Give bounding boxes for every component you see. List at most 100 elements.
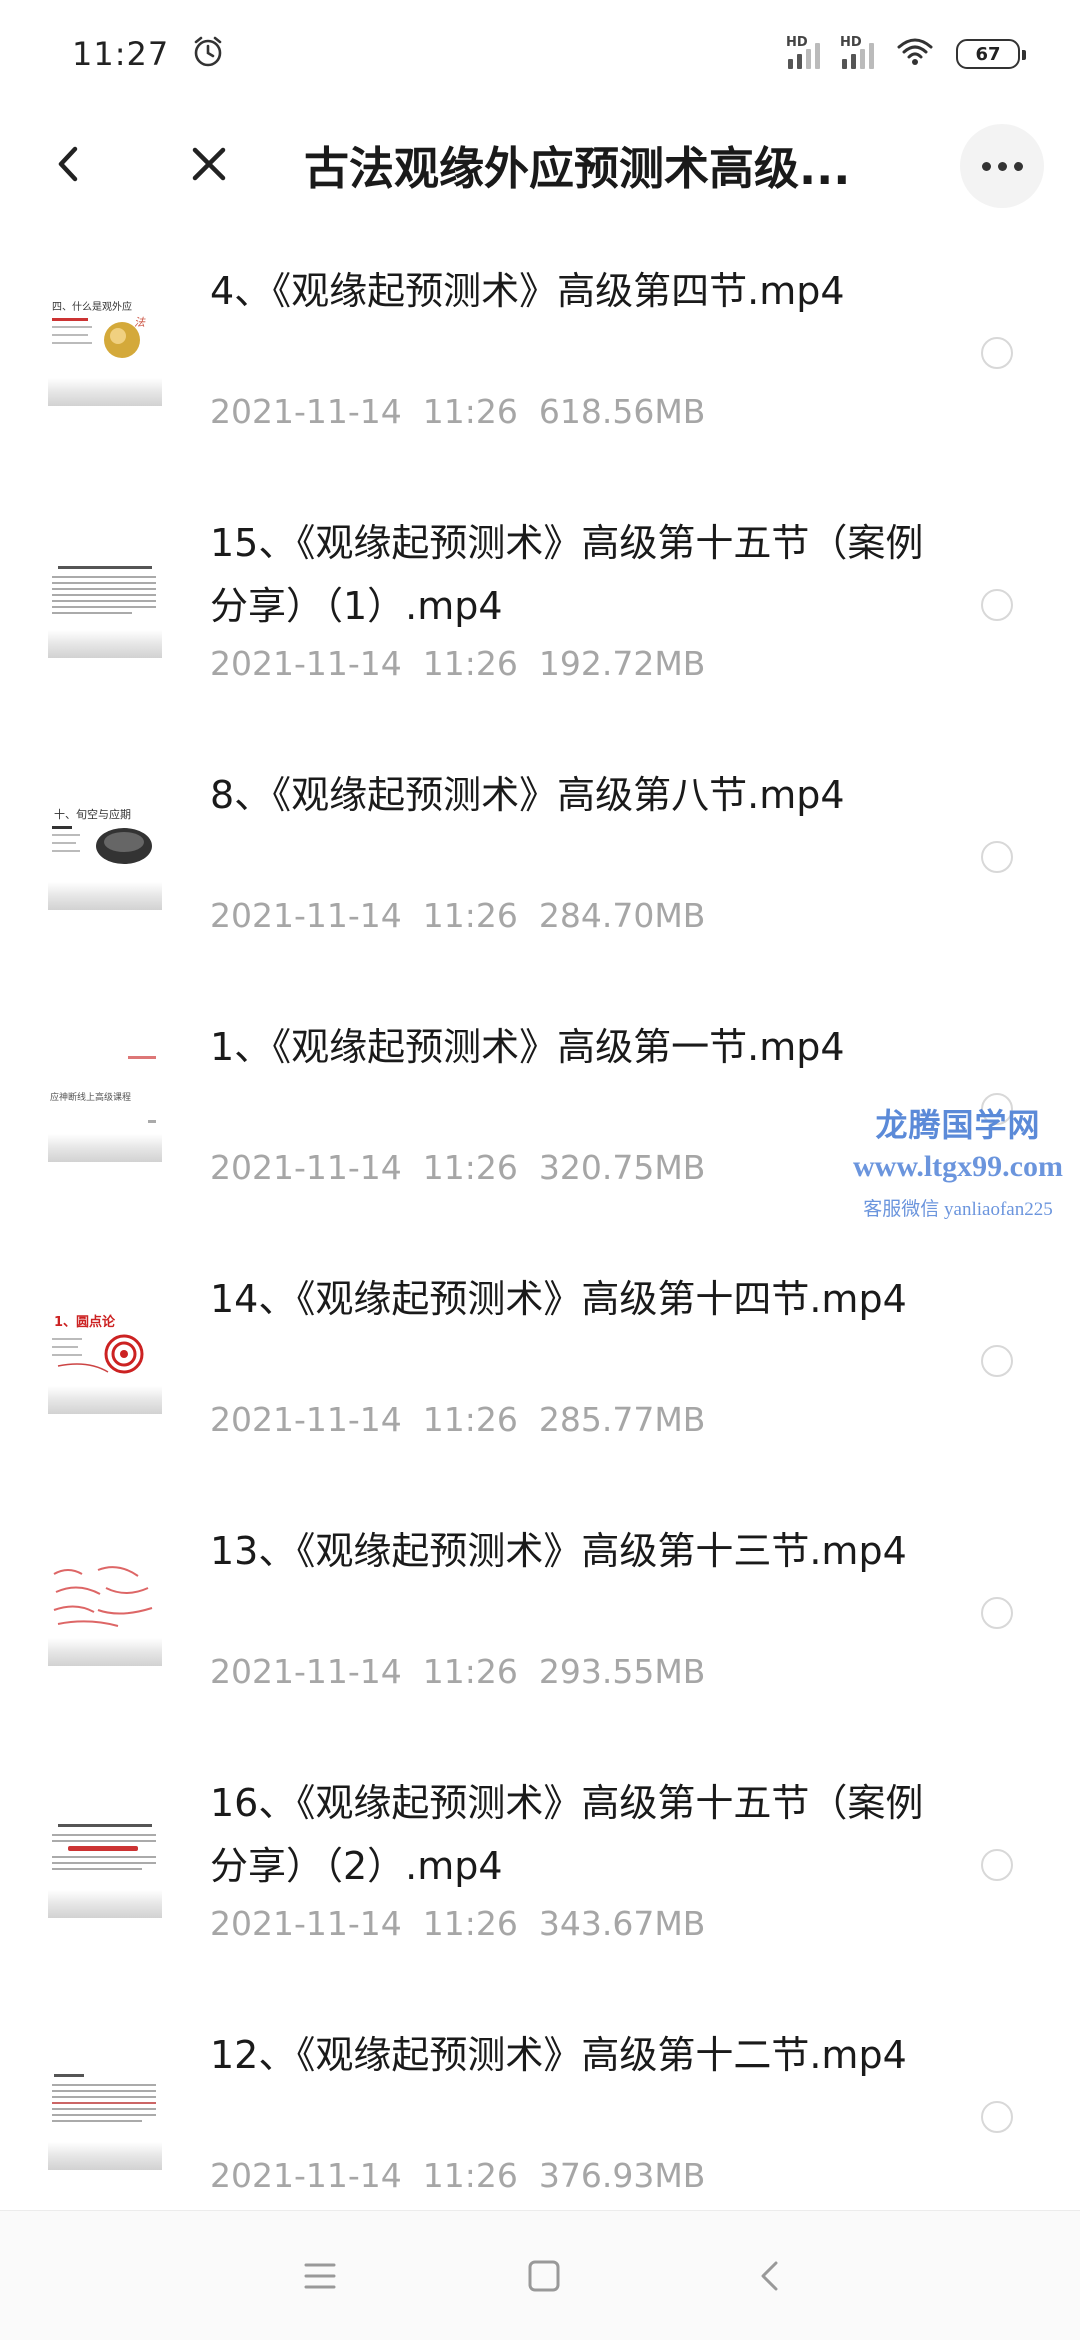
file-meta: 2021-11-14 11:26 320.75MB	[210, 1148, 705, 1187]
back-button[interactable]	[24, 119, 114, 209]
title-bar: 古法观缘外应预测术高级...	[0, 108, 1080, 220]
file-name: 16、《观缘起预测术》高级第十五节（案例分享）（2）.mp4	[210, 1781, 924, 1888]
file-time: 11:26	[422, 1904, 518, 1943]
file-size: 343.67MB	[538, 1904, 706, 1943]
video-thumbnail: 1、圆点论	[48, 1300, 162, 1414]
file-time: 11:26	[422, 1148, 518, 1187]
signal-icon-2: HD	[840, 35, 874, 69]
status-bar: 11:27 HD HD 67	[0, 0, 1080, 108]
menu-icon	[304, 2263, 336, 2289]
file-name: 4、《观缘起预测术》高级第四节.mp4	[210, 269, 845, 313]
file-meta: 2021-11-14 11:26 192.72MB	[210, 644, 705, 683]
thumbnail-caption: 十、旬空与应期	[54, 807, 131, 821]
file-time: 11:26	[422, 896, 518, 935]
thumbnail-caption: 1、圆点论	[54, 1314, 116, 1330]
watermark: 龙腾国学网 www.ltgx99.com 客服微信 yanliaofan225	[838, 1100, 1078, 1221]
file-size: 192.72MB	[538, 644, 706, 683]
file-item[interactable]: 16、《观缘起预测术》高级第十五节（案例分享）（2）.mp4 2021-11-1…	[0, 1738, 1080, 1990]
file-name: 8、《观缘起预测术》高级第八节.mp4	[210, 773, 845, 817]
video-thumbnail: 应神断线上高级课程	[48, 1048, 162, 1162]
file-time: 11:26	[422, 1400, 518, 1439]
video-thumbnail: 十、旬空与应期	[48, 796, 162, 910]
select-radio[interactable]	[981, 337, 1013, 369]
close-button[interactable]	[164, 119, 254, 209]
svg-text:法: 法	[134, 316, 146, 329]
file-date: 2021-11-14	[210, 2156, 402, 2195]
select-radio[interactable]	[981, 1597, 1013, 1629]
alarm-clock-icon	[191, 35, 225, 73]
recents-button[interactable]	[270, 2211, 370, 2340]
status-right: HD HD 67	[786, 35, 1026, 71]
select-radio[interactable]	[981, 2101, 1013, 2133]
back-chevron-icon	[761, 2261, 778, 2291]
file-list: 四、什么是观外应 法 4、《观缘起预测术》高级第四节.mp4 2021-11-1…	[0, 226, 1080, 2242]
thumbnail-caption: 应神断线上高级课程	[50, 1091, 131, 1103]
status-time: 11:27	[72, 35, 170, 73]
file-date: 2021-11-14	[210, 644, 402, 683]
file-size: 618.56MB	[538, 392, 706, 431]
file-time: 11:26	[422, 644, 518, 683]
file-name: 15、《观缘起预测术》高级第十五节（案例分享）（1）.mp4	[210, 521, 924, 628]
watermark-site-name: 龙腾国学网	[875, 1107, 1041, 1143]
system-nav-bar	[0, 2210, 1080, 2340]
watermark-url: www.ltgx99.com	[853, 1150, 1063, 1183]
file-date: 2021-11-14	[210, 1904, 402, 1943]
file-item[interactable]: 四、什么是观外应 法 4、《观缘起预测术》高级第四节.mp4 2021-11-1…	[0, 226, 1080, 478]
home-button[interactable]	[494, 2211, 594, 2340]
file-date: 2021-11-14	[210, 392, 402, 431]
file-meta: 2021-11-14 11:26 343.67MB	[210, 1904, 705, 1943]
file-date: 2021-11-14	[210, 1400, 402, 1439]
back-arrow-icon	[58, 146, 78, 182]
file-item[interactable]: 十、旬空与应期 8、《观缘起预测术》高级第八节.mp4 2021-11-14 1…	[0, 730, 1080, 982]
file-time: 11:26	[422, 392, 518, 431]
file-meta: 2021-11-14 11:26 376.93MB	[210, 2156, 705, 2195]
more-options-button[interactable]	[960, 124, 1044, 208]
file-item[interactable]: 1、圆点论 14、《观缘起预测术》高级第十四节.mp4 2021-11-14 1…	[0, 1234, 1080, 1486]
file-date: 2021-11-14	[210, 1652, 402, 1691]
file-size: 320.75MB	[538, 1148, 706, 1187]
file-size: 284.70MB	[538, 896, 706, 935]
file-item[interactable]: 15、《观缘起预测术》高级第十五节（案例分享）（1）.mp4 2021-11-1…	[0, 478, 1080, 730]
video-thumbnail	[48, 544, 162, 658]
file-time: 11:26	[422, 1652, 518, 1691]
file-date: 2021-11-14	[210, 896, 402, 935]
home-square-icon	[528, 2260, 560, 2292]
page-title: 古法观缘外应预测术高级...	[304, 141, 851, 195]
more-dot-icon	[997, 161, 1007, 171]
video-thumbnail: 四、什么是观外应 法	[48, 292, 162, 406]
file-size: 376.93MB	[538, 2156, 706, 2195]
more-dot-icon	[1013, 161, 1023, 171]
file-name: 14、《观缘起预测术》高级第十四节.mp4	[210, 1277, 907, 1321]
hd-label-2: HD	[840, 35, 862, 50]
wifi-icon	[896, 37, 934, 71]
select-radio[interactable]	[981, 841, 1013, 873]
file-date: 2021-11-14	[210, 1148, 402, 1187]
file-meta: 2021-11-14 11:26 293.55MB	[210, 1652, 705, 1691]
battery-icon: 67	[956, 39, 1026, 69]
signal-icon: HD	[786, 35, 820, 69]
system-back-button[interactable]	[720, 2211, 820, 2340]
select-radio[interactable]	[981, 589, 1013, 621]
more-dot-icon	[981, 161, 991, 171]
video-thumbnail	[48, 1804, 162, 1918]
file-size: 285.77MB	[538, 1400, 706, 1439]
video-thumbnail	[48, 1552, 162, 1666]
thumbnail-caption: 四、什么是观外应	[52, 300, 132, 313]
video-thumbnail	[48, 2056, 162, 2170]
watermark-contact: 客服微信 yanliaofan225	[863, 1199, 1053, 1220]
close-icon	[192, 147, 226, 181]
select-radio[interactable]	[981, 1345, 1013, 1377]
file-item[interactable]: 12、《观缘起预测术》高级第十二节.mp4 2021-11-14 11:26 3…	[0, 1990, 1080, 2242]
file-item[interactable]: 13、《观缘起预测术》高级第十三节.mp4 2021-11-14 11:26 2…	[0, 1486, 1080, 1738]
file-name: 13、《观缘起预测术》高级第十三节.mp4	[210, 1529, 907, 1573]
file-meta: 2021-11-14 11:26 284.70MB	[210, 896, 705, 935]
screen: 11:27 HD HD 67 古法观缘外应预测术高级... 四、什么是观外应 法…	[0, 0, 1080, 2340]
file-name: 1、《观缘起预测术》高级第一节.mp4	[210, 1025, 845, 1069]
file-time: 11:26	[422, 2156, 518, 2195]
file-size: 293.55MB	[538, 1652, 706, 1691]
file-meta: 2021-11-14 11:26 285.77MB	[210, 1400, 705, 1439]
file-name: 12、《观缘起预测术》高级第十二节.mp4	[210, 2033, 907, 2077]
hd-label: HD	[786, 35, 808, 50]
status-left: 11:27	[72, 35, 225, 73]
select-radio[interactable]	[981, 1849, 1013, 1881]
